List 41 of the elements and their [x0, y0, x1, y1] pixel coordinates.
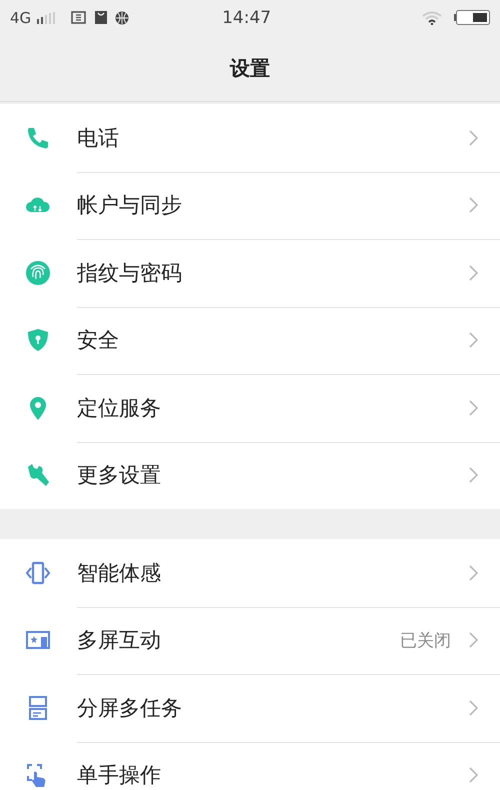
chevron-icon [469, 197, 478, 214]
settings-item[interactable]: 电话 [0, 104, 500, 172]
item-label: 多屏互动 [77, 627, 162, 654]
settings-item[interactable]: 安全 [0, 306, 500, 374]
settings-item[interactable]: 定位服务 [0, 374, 500, 442]
chevron-icon [469, 130, 478, 146]
phone-motion-icon [24, 560, 50, 586]
chevron-icon [469, 264, 478, 281]
item-label: 更多设置 [77, 462, 162, 490]
item-label: 分屏多任务 [77, 694, 183, 722]
item-label: 电话 [77, 124, 120, 152]
signal-icon [37, 12, 56, 24]
item-label: 安全 [77, 327, 120, 354]
settings-item[interactable]: 帐户与同步 [0, 172, 500, 239]
chevron-icon [469, 400, 478, 416]
page-title: 设置 [230, 54, 270, 82]
item-label: 智能体感 [77, 560, 162, 587]
settings-item[interactable]: 更多设置 [0, 442, 500, 509]
chevron-icon [469, 767, 478, 784]
item-label: 指纹与密码 [77, 260, 183, 287]
settings-item[interactable]: 分屏多任务 [0, 674, 500, 742]
item-label: 定位服务 [77, 394, 162, 422]
network-label: 4G [10, 8, 32, 26]
item-value: 已关闭 [400, 630, 451, 652]
clock-time: 14:47 [221, 8, 272, 28]
settings-item[interactable]: 多屏互动 已关闭 [0, 606, 500, 674]
wifi-icon [422, 10, 442, 24]
battery-icon [454, 10, 490, 25]
chevron-icon [469, 332, 478, 348]
chevron-icon [469, 564, 478, 581]
chevron-icon [469, 700, 478, 716]
chevron-icon [469, 467, 478, 484]
settings-item[interactable]: 单手操作 [0, 742, 500, 790]
chevron-icon [469, 632, 478, 648]
fingerprint-icon [24, 260, 50, 286]
settings-item[interactable]: 指纹与密码 [0, 239, 500, 306]
bag-icon [95, 11, 108, 24]
item-label: 单手操作 [77, 762, 162, 790]
ball-icon [115, 10, 130, 24]
settings-item[interactable]: 智能体感 [0, 539, 500, 606]
item-label: 帐户与同步 [77, 192, 183, 220]
